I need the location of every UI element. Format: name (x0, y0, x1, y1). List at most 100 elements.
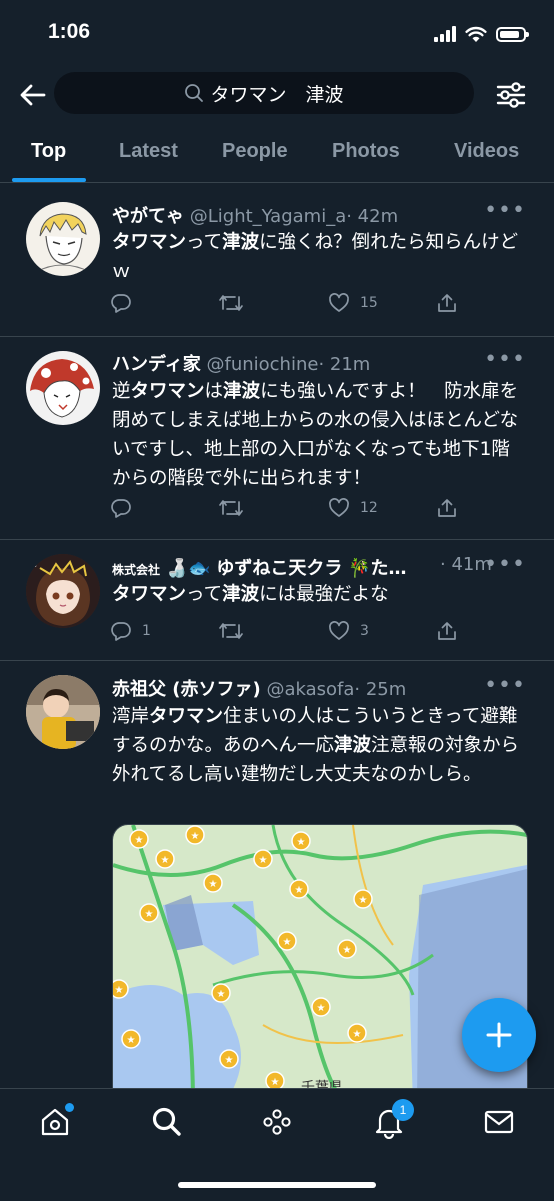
plus-icon (486, 1022, 512, 1048)
search-query: タワマン 津波 (210, 83, 344, 106)
avatar[interactable] (26, 351, 100, 425)
heart-icon (329, 498, 349, 517)
retweet-icon (219, 623, 243, 639)
search-filter-icon[interactable] (494, 78, 528, 112)
home-notification-dot (65, 1103, 74, 1112)
svg-text:★: ★ (115, 985, 124, 996)
display-name[interactable]: ゆずねこ天クラ (216, 558, 342, 579)
tweet[interactable]: ❀ 株式会社 🍶🐟 ゆずねこ天クラ 🎋た… · 41m ••• タワマンって津波… (0, 540, 554, 661)
tweet-time: · 42m (346, 206, 399, 227)
sake-emoji-icon: 🍶 (165, 558, 189, 579)
avatar[interactable] (26, 202, 100, 276)
like-button[interactable]: 15 (328, 292, 378, 314)
svg-text:★: ★ (317, 1003, 326, 1014)
tweet-header: やがてゃ @Light_Yagami_a· 42m (112, 202, 494, 228)
tab-photos[interactable]: Photos (332, 140, 400, 163)
tweet-map-image[interactable]: ★★★ ★★★ ★★★ ★★★ ★★★ ★★★ 千葉県 (112, 824, 528, 1106)
cellular-signal-icon (434, 26, 456, 42)
battery-icon (496, 26, 529, 42)
share-button[interactable] (436, 620, 458, 642)
tweet[interactable]: やがてゃ @Light_Yagami_a· 42m ••• タワマンって津波に強… (0, 184, 554, 337)
retweet-icon (219, 500, 243, 516)
tweet-text: タワマンって津波には最強だよな (112, 584, 389, 605)
retweet-icon (219, 295, 243, 311)
heart-icon (329, 293, 349, 312)
compose-tweet-button[interactable] (462, 998, 536, 1072)
tweet-actions: 15 (110, 292, 480, 318)
svg-text:❀: ❀ (30, 560, 38, 570)
tweet-header: 赤祖父 (赤ソファ) @akasofa· 25m (112, 675, 494, 701)
more-options-icon[interactable]: ••• (484, 198, 526, 223)
reply-button[interactable]: 1 (110, 620, 151, 642)
more-options-icon[interactable]: ••• (484, 347, 526, 372)
avatar[interactable]: ❀ (26, 554, 100, 628)
reply-icon (111, 622, 131, 641)
tab-latest[interactable]: Latest (119, 140, 178, 163)
retweet-button[interactable] (218, 497, 254, 519)
like-count: 3 (360, 623, 369, 639)
svg-text:★: ★ (217, 989, 226, 1000)
tweet-actions: 12 (110, 497, 480, 523)
user-handle[interactable]: @Light_Yagami_a (190, 206, 347, 227)
tab-top[interactable]: Top (31, 140, 66, 163)
retweet-button[interactable] (218, 292, 254, 314)
like-count: 12 (360, 500, 378, 516)
map-graphic: ★ ★ ★ ★ ★ ★ ★ ★ ★ ★ ★ ★ ★ ★ ★ ★ ★ ★ (113, 825, 527, 1105)
display-name[interactable]: 赤祖父 (赤ソファ) (112, 679, 261, 700)
retweet-button[interactable] (218, 620, 254, 642)
avatar[interactable] (26, 675, 100, 749)
heart-icon (329, 621, 349, 640)
reply-icon (111, 499, 131, 518)
reply-button[interactable] (110, 292, 142, 314)
svg-text:★: ★ (191, 831, 200, 842)
display-name[interactable]: ハンディ家 (112, 354, 201, 375)
nav-home[interactable] (38, 1103, 74, 1139)
nav-messages[interactable] (482, 1105, 516, 1139)
share-icon (438, 499, 456, 517)
share-button[interactable] (436, 497, 458, 519)
svg-text:★: ★ (271, 1077, 280, 1088)
user-handle[interactable]: @funiochine (206, 354, 318, 375)
svg-text:★: ★ (225, 1055, 234, 1066)
nav-notifications[interactable]: 1 (372, 1099, 414, 1140)
spaces-icon (263, 1109, 291, 1135)
tab-videos[interactable]: Videos (454, 140, 519, 163)
svg-text:★: ★ (297, 837, 306, 848)
like-count: 15 (360, 295, 378, 311)
tweet[interactable]: ハンディ家 @funiochine· 21m ••• 逆タワマンは津波にも強いん… (0, 337, 554, 540)
tweet-header: 株式会社 🍶🐟 ゆずねこ天クラ 🎋た… (112, 554, 494, 580)
svg-text:★: ★ (259, 855, 268, 866)
reply-count: 1 (142, 623, 151, 639)
share-button[interactable] (436, 292, 458, 314)
status-icons (434, 24, 529, 44)
more-options-icon[interactable]: ••• (484, 673, 526, 698)
svg-text:★: ★ (295, 885, 304, 896)
mail-icon (484, 1110, 514, 1134)
tab-people[interactable]: People (222, 140, 288, 163)
like-button[interactable]: 12 (328, 497, 378, 519)
user-handle[interactable]: @akasofa (266, 679, 354, 700)
svg-text:★: ★ (209, 879, 218, 890)
more-options-icon[interactable]: ••• (484, 552, 526, 577)
status-bar: 1:06 (0, 0, 554, 66)
display-name[interactable]: やがてゃ (112, 206, 184, 227)
tweet-text: 湾岸タワマン住まいの人はこういうときって避難するのかな。あのへん一応津波注意報の… (112, 706, 520, 785)
svg-text:★: ★ (135, 835, 144, 846)
search-header: タワマン 津波 (0, 66, 554, 122)
share-icon (438, 622, 456, 640)
tweet-time: · 21m (318, 354, 371, 375)
search-input[interactable]: タワマン 津波 (54, 72, 474, 114)
svg-text:★: ★ (161, 855, 170, 866)
nav-search[interactable] (150, 1105, 184, 1139)
tweet-text: タワマンって津波に強くね？倒れたら知らんけどｗ (112, 232, 519, 282)
reply-button[interactable] (110, 497, 142, 519)
nav-spaces[interactable] (260, 1105, 294, 1139)
back-arrow-icon[interactable] (16, 78, 50, 112)
notification-count-badge: 1 (392, 1099, 414, 1121)
svg-text:★: ★ (145, 909, 154, 920)
tweet-actions: 1 3 (110, 620, 480, 646)
svg-text:★: ★ (359, 895, 368, 906)
bamboo-emoji-icon: 🎋 (348, 558, 371, 579)
like-button[interactable]: 3 (328, 620, 369, 642)
share-icon (438, 294, 456, 312)
